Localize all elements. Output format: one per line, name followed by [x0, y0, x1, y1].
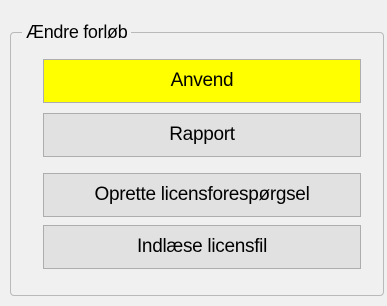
import-license-file-button[interactable]: Indlæse licensfil	[43, 225, 361, 269]
report-button[interactable]: Rapport	[43, 113, 361, 157]
create-license-request-button[interactable]: Oprette licensforespørgsel	[43, 173, 361, 217]
groupbox-title: Ændre forløb	[22, 21, 132, 43]
apply-button[interactable]: Anvend	[43, 59, 361, 103]
